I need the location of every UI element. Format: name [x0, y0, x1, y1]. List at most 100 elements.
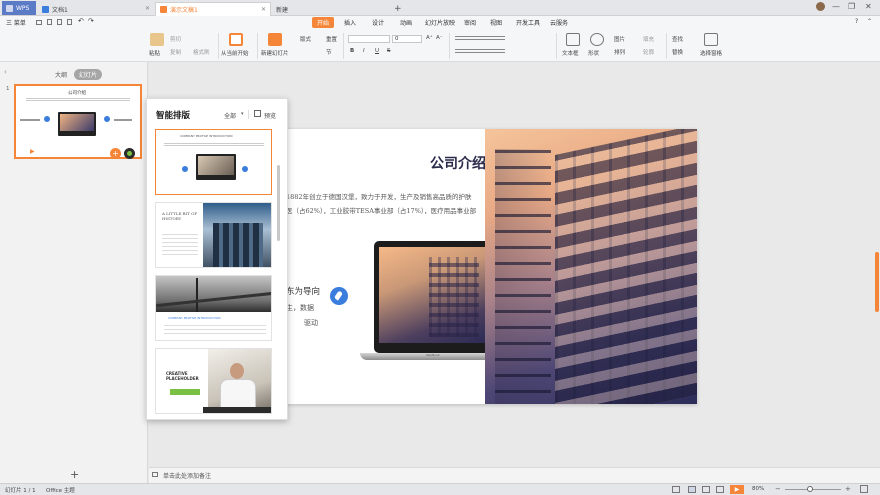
add-icon[interactable]: + — [110, 148, 121, 159]
tab-presentation[interactable]: 演示文稿1 ✕ — [155, 2, 271, 16]
find-button[interactable]: 查找 — [672, 35, 683, 43]
zoom-slider-knob[interactable] — [806, 486, 813, 492]
collapse-pane-icon[interactable]: ‹ — [4, 68, 7, 76]
textbox-button[interactable]: 文本框 — [562, 49, 579, 57]
preview-button[interactable]: 预览 — [264, 111, 276, 120]
layout-option-1[interactable]: COMPANY PROFILE INTRODUCTION — [155, 129, 272, 195]
zoom-out-button[interactable]: − — [775, 485, 781, 493]
open-icon[interactable] — [47, 19, 52, 25]
outline-button[interactable]: 轮廓 — [643, 48, 654, 56]
bold-button[interactable]: B — [350, 48, 354, 54]
shape-icon[interactable] — [590, 33, 604, 46]
menu-view[interactable]: 视图 — [490, 18, 502, 27]
paragraph-align-icons[interactable] — [455, 49, 505, 53]
play-slideshow-icon[interactable]: ▶ — [730, 485, 744, 494]
add-slide-button[interactable]: + — [70, 468, 79, 481]
side-panel-handle[interactable] — [875, 252, 879, 312]
paste-icon[interactable] — [150, 33, 164, 46]
scrollbar[interactable] — [277, 165, 280, 241]
layout-button[interactable]: 版式 — [300, 35, 311, 43]
notes-pane[interactable]: 单击此处添加备注 — [149, 467, 880, 483]
zoom-level[interactable]: 80% — [752, 486, 764, 492]
layout-option-3[interactable]: COMPANY PROFILE INTRODUCTION — [155, 275, 272, 341]
zoom-in-button[interactable]: + — [845, 485, 851, 493]
tab-outline[interactable]: 大纲 — [52, 69, 70, 80]
font-size-field[interactable]: 0 — [392, 35, 422, 43]
undo-icon[interactable]: ↶ — [78, 17, 84, 25]
tab-new[interactable]: 新建 — [272, 2, 385, 16]
menu-review[interactable]: 审阅 — [464, 18, 476, 27]
font-name-field[interactable] — [348, 35, 390, 43]
fit-window-icon[interactable] — [860, 485, 868, 493]
notes-placeholder[interactable]: 单击此处添加备注 — [163, 471, 211, 480]
arrange-button[interactable]: 排列 — [614, 48, 625, 56]
file-menu[interactable]: 三 菜单 — [6, 18, 26, 27]
collapse-ribbon-icon[interactable]: ⌃ — [867, 18, 872, 25]
fill-button[interactable]: 填充 — [643, 35, 654, 43]
zoom-slider[interactable] — [785, 489, 841, 490]
play-from-current-icon[interactable] — [229, 33, 243, 46]
maximize-icon[interactable]: ❐ — [848, 2, 855, 11]
menu-cloud[interactable]: 云服务 — [550, 18, 568, 27]
underline-button[interactable]: U — [375, 48, 379, 54]
menu-insert[interactable]: 插入 — [344, 18, 356, 27]
copy-button[interactable]: 复制 — [170, 48, 181, 56]
new-slide-button[interactable]: 新建幻灯片 — [261, 49, 289, 57]
menu-developer[interactable]: 开发工具 — [516, 18, 540, 27]
close-icon[interactable]: ✕ — [261, 6, 266, 13]
slide-body-line-1[interactable]: 1882年创立于德国汉堡，致力于开发，生产及销售高品质的护肤 — [286, 191, 472, 201]
normal-view-icon[interactable] — [688, 486, 696, 493]
slide-canvas[interactable]: 公司介绍 1882年创立于德国汉堡，致力于开发，生产及销售高品质的护肤 医（占6… — [282, 129, 697, 404]
sorter-view-icon[interactable] — [702, 486, 710, 493]
slide-side-text-2[interactable]: 主，数据 — [286, 303, 314, 313]
help-icon[interactable]: ? — [855, 18, 858, 25]
select-pane-button[interactable]: 选择窗格 — [700, 49, 722, 57]
menu-slideshow[interactable]: 幻灯片放映 — [425, 18, 455, 27]
minimize-icon[interactable]: — — [832, 2, 840, 11]
shrink-font-icon[interactable]: A⁻ — [436, 35, 443, 41]
new-tab-button[interactable]: + — [390, 2, 402, 16]
format-painter-button[interactable]: 格式刷 — [193, 48, 210, 56]
cut-button[interactable]: 剪切 — [170, 35, 181, 43]
replace-button[interactable]: 替换 — [672, 48, 683, 56]
tab-document[interactable]: 文档1 ✕ — [38, 2, 154, 16]
play-slide-icon[interactable]: ▶ — [30, 148, 35, 155]
strikethrough-button[interactable]: S — [387, 48, 391, 54]
tab-wps[interactable]: WPS — [2, 1, 36, 15]
print-icon[interactable] — [67, 19, 72, 25]
grow-font-icon[interactable]: A⁺ — [426, 35, 433, 41]
avatar[interactable] — [816, 2, 825, 11]
slide-side-text-1[interactable]: 东为导向 — [286, 285, 320, 297]
new-slide-icon[interactable] — [268, 33, 282, 46]
reset-button[interactable]: 重置 — [326, 35, 337, 43]
menu-animation[interactable]: 动画 — [400, 18, 412, 27]
folder-icon[interactable] — [36, 20, 42, 25]
redo-icon[interactable]: ↷ — [88, 17, 94, 25]
picture-button[interactable]: 图片 — [614, 35, 625, 43]
smart-layout-icon[interactable] — [124, 148, 135, 159]
filter-dropdown[interactable]: 全部 — [224, 111, 236, 120]
paragraph-list-icons[interactable] — [455, 36, 505, 40]
save-icon[interactable] — [57, 19, 62, 25]
slide-side-text-3[interactable]: 驱动 — [304, 318, 318, 328]
shape-button[interactable]: 形状 — [588, 49, 599, 57]
notes-toggle-icon[interactable] — [672, 486, 680, 493]
menu-design[interactable]: 设计 — [372, 18, 384, 27]
layout-option-2[interactable]: A LITTLE BIT OF HISTORY — [155, 202, 272, 268]
paste-button[interactable]: 粘贴 — [149, 49, 160, 57]
italic-button[interactable]: I — [363, 48, 365, 54]
slide-title[interactable]: 公司介绍 — [430, 153, 486, 173]
layout-option-4[interactable]: CREATIVE PLACEHOLDER — [155, 348, 272, 414]
close-window-icon[interactable]: ✕ — [865, 2, 872, 11]
textbox-icon[interactable] — [566, 33, 580, 46]
preview-icon[interactable] — [254, 110, 261, 117]
close-icon[interactable]: ✕ — [145, 5, 150, 12]
chevron-down-icon[interactable]: ▾ — [241, 111, 244, 117]
from-current-button[interactable]: 从当前开始 — [221, 49, 249, 57]
section-button[interactable]: 节 — [326, 48, 332, 56]
slide-body-line-2[interactable]: 医（占62%），工业胶带TESA事业部（占17%），医疗用品事业部 — [286, 205, 476, 215]
tab-slides[interactable]: 幻灯片 — [74, 69, 103, 80]
reading-view-icon[interactable] — [716, 486, 724, 493]
menu-start[interactable]: 开始 — [312, 17, 335, 28]
slide-thumbnail[interactable]: 公司介绍 ▶ + — [14, 84, 142, 159]
